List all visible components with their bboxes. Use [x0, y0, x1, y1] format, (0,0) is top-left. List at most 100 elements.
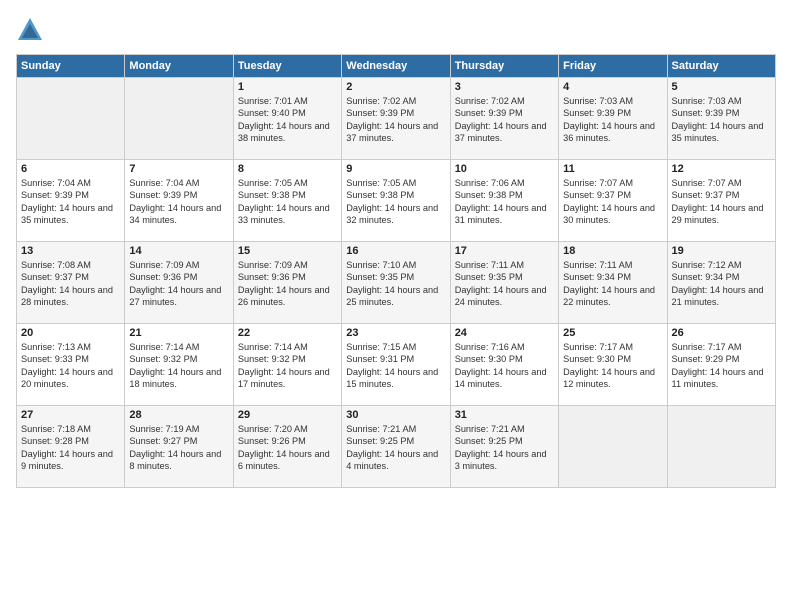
day-number: 22: [238, 327, 337, 339]
day-number: 9: [346, 163, 445, 175]
header-thursday: Thursday: [450, 55, 558, 78]
cell-content: Sunrise: 7:17 AMSunset: 9:30 PMDaylight:…: [563, 341, 662, 391]
header-wednesday: Wednesday: [342, 55, 450, 78]
day-number: 31: [455, 409, 554, 421]
calendar-table: SundayMondayTuesdayWednesdayThursdayFrid…: [16, 54, 776, 488]
calendar-week-3: 13 Sunrise: 7:08 AMSunset: 9:37 PMDayligh…: [17, 242, 776, 324]
calendar-cell: 28 Sunrise: 7:19 AMSunset: 9:27 PMDayligh…: [125, 406, 233, 488]
day-number: 18: [563, 245, 662, 257]
cell-content: Sunrise: 7:21 AMSunset: 9:25 PMDaylight:…: [455, 423, 554, 473]
calendar-cell: 19 Sunrise: 7:12 AMSunset: 9:34 PMDayligh…: [667, 242, 775, 324]
day-number: 10: [455, 163, 554, 175]
calendar-cell: 23Sunrise: 7:15 AMSunset: 9:31 PMDayligh…: [342, 324, 450, 406]
day-number: 16: [346, 245, 445, 257]
cell-content: Sunrise: 7:03 AMSunset: 9:39 PMDaylight:…: [563, 95, 662, 145]
logo: [16, 16, 46, 44]
calendar-cell: 8 Sunrise: 7:05 AMSunset: 9:38 PMDaylight…: [233, 160, 341, 242]
day-number: 26: [672, 327, 771, 339]
day-number: 1: [238, 81, 337, 93]
day-number: 6: [21, 163, 120, 175]
header-tuesday: Tuesday: [233, 55, 341, 78]
calendar-cell: 31 Sunrise: 7:21 AMSunset: 9:25 PMDayligh…: [450, 406, 558, 488]
cell-content: Sunrise: 7:12 AMSunset: 9:34 PMDaylight:…: [672, 259, 771, 309]
day-number: 7: [129, 163, 228, 175]
day-number: 4: [563, 81, 662, 93]
cell-content: Sunrise: 7:08 AMSunset: 9:37 PMDaylight:…: [21, 259, 120, 309]
calendar-cell: 9 Sunrise: 7:05 AMSunset: 9:38 PMDaylight…: [342, 160, 450, 242]
cell-content: Sunrise: 7:13 AMSunset: 9:33 PMDaylight:…: [21, 341, 120, 391]
calendar-cell: 26 Sunrise: 7:17 AMSunset: 9:29 PMDayligh…: [667, 324, 775, 406]
calendar-cell: [667, 406, 775, 488]
calendar-week-5: 27 Sunrise: 7:18 AMSunset: 9:28 PMDayligh…: [17, 406, 776, 488]
day-number: 24: [455, 327, 554, 339]
day-number: 29: [238, 409, 337, 421]
calendar-header-row: SundayMondayTuesdayWednesdayThursdayFrid…: [17, 55, 776, 78]
day-number: 11: [563, 163, 662, 175]
cell-content: Sunrise: 7:04 AMSunset: 9:39 PMDaylight:…: [129, 177, 228, 227]
calendar-cell: 14 Sunrise: 7:09 AMSunset: 9:36 PMDayligh…: [125, 242, 233, 324]
cell-content: Sunrise: 7:05 AMSunset: 9:38 PMDaylight:…: [346, 177, 445, 227]
calendar-cell: 2Sunrise: 7:02 AMSunset: 9:39 PMDaylight…: [342, 78, 450, 160]
header-sunday: Sunday: [17, 55, 125, 78]
cell-content: Sunrise: 7:09 AMSunset: 9:36 PMDaylight:…: [238, 259, 337, 309]
calendar-cell: 30Sunrise: 7:21 AMSunset: 9:25 PMDayligh…: [342, 406, 450, 488]
logo-icon: [16, 16, 44, 44]
cell-content: Sunrise: 7:02 AMSunset: 9:39 PMDaylight:…: [346, 95, 445, 145]
calendar-cell: 10Sunrise: 7:06 AMSunset: 9:38 PMDayligh…: [450, 160, 558, 242]
calendar-cell: 16 Sunrise: 7:10 AMSunset: 9:35 PMDayligh…: [342, 242, 450, 324]
calendar-cell: 5 Sunrise: 7:03 AMSunset: 9:39 PMDaylight…: [667, 78, 775, 160]
day-number: 13: [21, 245, 120, 257]
cell-content: Sunrise: 7:05 AMSunset: 9:38 PMDaylight:…: [238, 177, 337, 227]
cell-content: Sunrise: 7:14 AMSunset: 9:32 PMDaylight:…: [129, 341, 228, 391]
calendar-cell: 21 Sunrise: 7:14 AMSunset: 9:32 PMDayligh…: [125, 324, 233, 406]
calendar-cell: [559, 406, 667, 488]
calendar-cell: 11 Sunrise: 7:07 AMSunset: 9:37 PMDayligh…: [559, 160, 667, 242]
page-container: SundayMondayTuesdayWednesdayThursdayFrid…: [0, 0, 792, 496]
cell-content: Sunrise: 7:04 AMSunset: 9:39 PMDaylight:…: [21, 177, 120, 227]
calendar-cell: 13 Sunrise: 7:08 AMSunset: 9:37 PMDayligh…: [17, 242, 125, 324]
day-number: 28: [129, 409, 228, 421]
cell-content: Sunrise: 7:03 AMSunset: 9:39 PMDaylight:…: [672, 95, 771, 145]
cell-content: Sunrise: 7:20 AMSunset: 9:26 PMDaylight:…: [238, 423, 337, 473]
calendar-week-4: 20 Sunrise: 7:13 AMSunset: 9:33 PMDayligh…: [17, 324, 776, 406]
cell-content: Sunrise: 7:09 AMSunset: 9:36 PMDaylight:…: [129, 259, 228, 309]
calendar-cell: 22 Sunrise: 7:14 AMSunset: 9:32 PMDayligh…: [233, 324, 341, 406]
day-number: 8: [238, 163, 337, 175]
calendar-cell: 27 Sunrise: 7:18 AMSunset: 9:28 PMDayligh…: [17, 406, 125, 488]
cell-content: Sunrise: 7:19 AMSunset: 9:27 PMDaylight:…: [129, 423, 228, 473]
calendar-cell: 6 Sunrise: 7:04 AMSunset: 9:39 PMDaylight…: [17, 160, 125, 242]
day-number: 12: [672, 163, 771, 175]
calendar-cell: 3 Sunrise: 7:02 AMSunset: 9:39 PMDaylight…: [450, 78, 558, 160]
cell-content: Sunrise: 7:07 AMSunset: 9:37 PMDaylight:…: [563, 177, 662, 227]
day-number: 19: [672, 245, 771, 257]
cell-content: Sunrise: 7:14 AMSunset: 9:32 PMDaylight:…: [238, 341, 337, 391]
cell-content: Sunrise: 7:02 AMSunset: 9:39 PMDaylight:…: [455, 95, 554, 145]
calendar-cell: 12 Sunrise: 7:07 AMSunset: 9:37 PMDayligh…: [667, 160, 775, 242]
calendar-cell: 1 Sunrise: 7:01 AMSunset: 9:40 PMDaylight…: [233, 78, 341, 160]
cell-content: Sunrise: 7:10 AMSunset: 9:35 PMDaylight:…: [346, 259, 445, 309]
day-number: 14: [129, 245, 228, 257]
day-number: 21: [129, 327, 228, 339]
header-friday: Friday: [559, 55, 667, 78]
day-number: 3: [455, 81, 554, 93]
calendar-cell: [17, 78, 125, 160]
calendar-week-1: 1 Sunrise: 7:01 AMSunset: 9:40 PMDaylight…: [17, 78, 776, 160]
calendar-cell: 29 Sunrise: 7:20 AMSunset: 9:26 PMDayligh…: [233, 406, 341, 488]
cell-content: Sunrise: 7:18 AMSunset: 9:28 PMDaylight:…: [21, 423, 120, 473]
header-monday: Monday: [125, 55, 233, 78]
calendar-cell: 4 Sunrise: 7:03 AMSunset: 9:39 PMDaylight…: [559, 78, 667, 160]
calendar-cell: 18Sunrise: 7:11 AMSunset: 9:34 PMDayligh…: [559, 242, 667, 324]
cell-content: Sunrise: 7:07 AMSunset: 9:37 PMDaylight:…: [672, 177, 771, 227]
calendar-week-2: 6 Sunrise: 7:04 AMSunset: 9:39 PMDaylight…: [17, 160, 776, 242]
calendar-cell: 15Sunrise: 7:09 AMSunset: 9:36 PMDayligh…: [233, 242, 341, 324]
cell-content: Sunrise: 7:11 AMSunset: 9:35 PMDaylight:…: [455, 259, 554, 309]
day-number: 20: [21, 327, 120, 339]
day-number: 27: [21, 409, 120, 421]
cell-content: Sunrise: 7:17 AMSunset: 9:29 PMDaylight:…: [672, 341, 771, 391]
day-number: 5: [672, 81, 771, 93]
cell-content: Sunrise: 7:01 AMSunset: 9:40 PMDaylight:…: [238, 95, 337, 145]
header: [16, 16, 776, 44]
calendar-cell: 24Sunrise: 7:16 AMSunset: 9:30 PMDayligh…: [450, 324, 558, 406]
calendar-cell: 7 Sunrise: 7:04 AMSunset: 9:39 PMDaylight…: [125, 160, 233, 242]
header-saturday: Saturday: [667, 55, 775, 78]
